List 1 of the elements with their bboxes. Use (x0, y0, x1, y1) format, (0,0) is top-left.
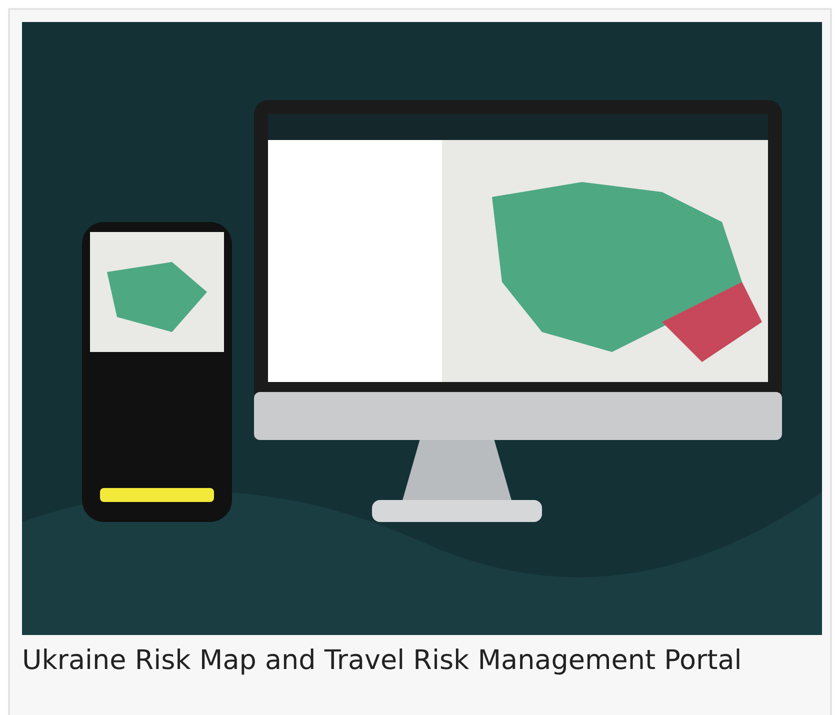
figure-caption: Ukraine Risk Map and Travel Risk Management Portal (22, 644, 743, 678)
